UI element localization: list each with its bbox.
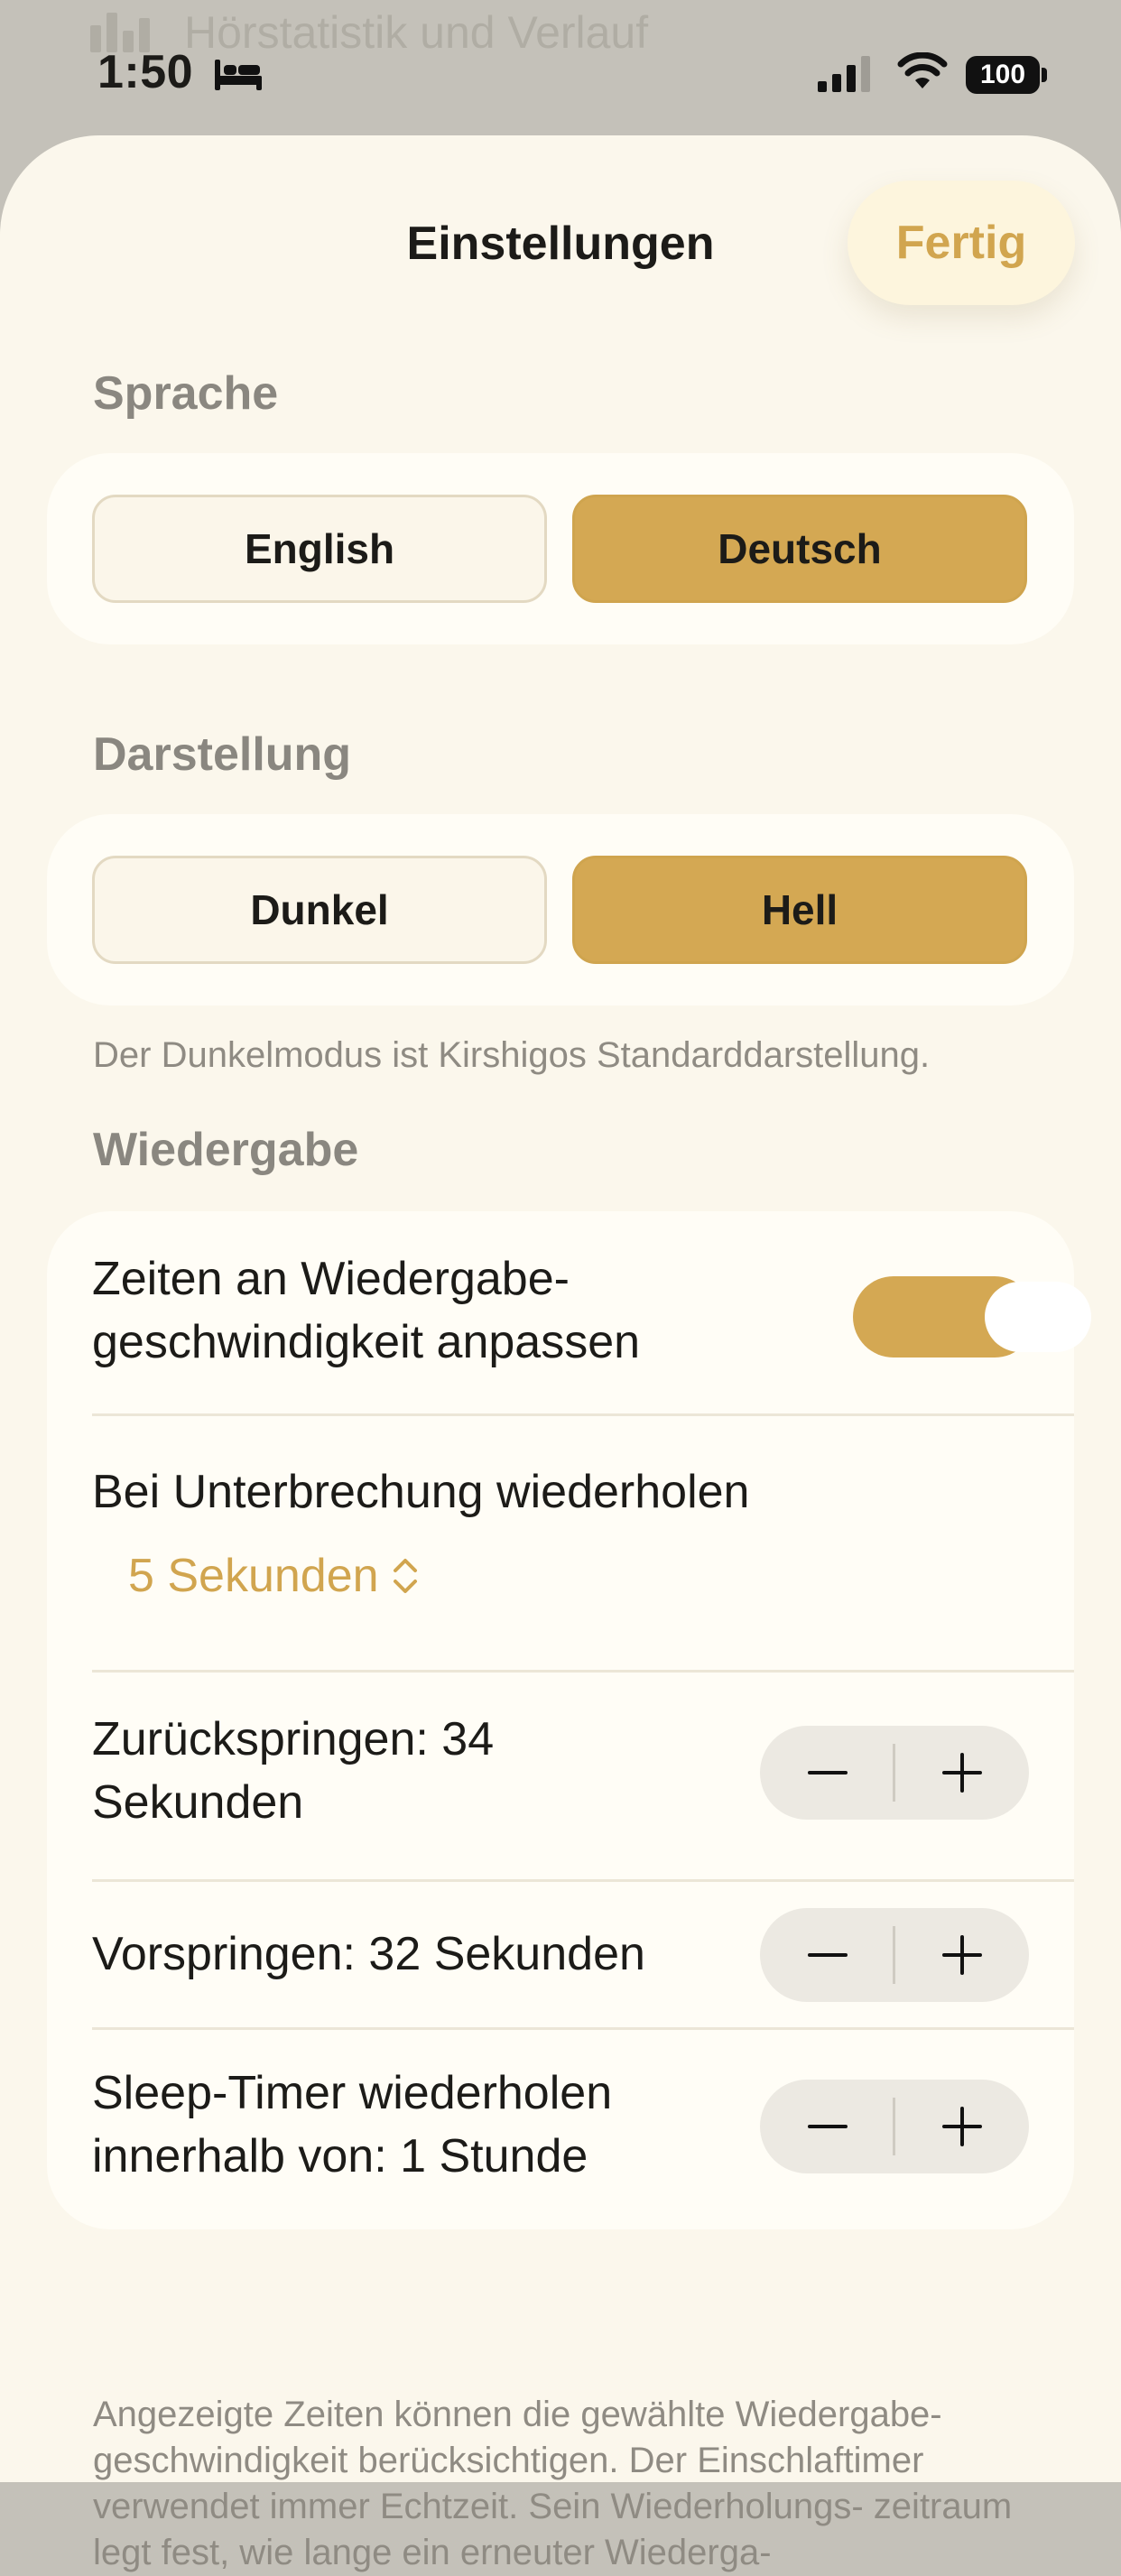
done-button[interactable]: Fertig [848, 181, 1075, 305]
adjust-times-label: Zeiten an Wiedergabe- geschwindigkeit an… [92, 1253, 641, 1368]
adjust-times-toggle[interactable] [853, 1276, 1091, 1357]
skip-back-row: Zurückspringen: 34 Sekunden [47, 1672, 1074, 1879]
sleep-timer-stepper [760, 2080, 1029, 2173]
minus-icon [807, 1771, 848, 1774]
language-option-english[interactable]: English [92, 495, 547, 603]
repeat-on-interrupt-label: Bei Unterbrechung wiederholen [92, 1466, 750, 1518]
section-label-language: Sprache [93, 367, 279, 420]
appearance-option-dark[interactable]: Dunkel [92, 856, 547, 964]
appearance-segmented-control: Dunkel Hell [47, 814, 1074, 1005]
chevron-up-down-icon [393, 1559, 417, 1593]
skip-back-decrement-button[interactable] [760, 1726, 894, 1820]
skip-forward-row: Vorspringen: 32 Sekunden [47, 1881, 1074, 2027]
status-bar: 1:50 100 [0, 0, 1121, 135]
skip-forward-stepper [760, 1908, 1029, 2002]
language-segmented-control: English Deutsch [47, 453, 1074, 644]
skip-forward-decrement-button[interactable] [760, 1908, 894, 2002]
sleep-timer-increment-button[interactable] [894, 2080, 1029, 2173]
playback-card: Zeiten an Wiedergabe- geschwindigkeit an… [47, 1211, 1091, 2229]
skip-back-label: Zurückspringen: 34 Sekunden [92, 1713, 495, 1829]
repeat-interval-picker[interactable]: 5 Sekunden [128, 1549, 419, 1603]
sleep-timer-decrement-button[interactable] [760, 2080, 894, 2173]
language-option-deutsch[interactable]: Deutsch [572, 495, 1027, 603]
cellular-signal-icon [818, 56, 870, 92]
repeat-on-interrupt-row: Bei Unterbrechung wiederholen 5 Sekunden [47, 1415, 1074, 1670]
settings-sheet: Einstellungen Fertig Sprache English Deu… [0, 135, 1121, 2572]
plus-icon [941, 1935, 982, 1975]
adjust-times-row: Zeiten an Wiedergabe- geschwindigkeit an… [47, 1211, 1091, 1415]
sleep-timer-label: Sleep-Timer wiederholen innerhalb von: 1… [92, 2067, 613, 2182]
section-label-appearance: Darstellung [93, 728, 352, 781]
minus-icon [807, 1953, 848, 1957]
skip-back-stepper [760, 1726, 1029, 1820]
repeat-interval-value: 5 Sekunden [128, 1550, 379, 1602]
status-time: 1:50 [97, 46, 194, 98]
appearance-option-light[interactable]: Hell [572, 856, 1027, 964]
sleep-timer-row: Sleep-Timer wiederholen innerhalb von: 1… [47, 2029, 1074, 2229]
skip-back-increment-button[interactable] [894, 1726, 1029, 1820]
skip-forward-increment-button[interactable] [894, 1908, 1029, 2002]
playback-footnote: Angezeigte Zeiten können die gewählte Wi… [93, 2395, 1013, 2572]
plus-icon [941, 2107, 982, 2146]
toggle-knob [954, 1282, 1091, 1352]
section-label-playback: Wiedergabe [93, 1124, 359, 1176]
skip-forward-label: Vorspringen: 32 Sekunden [92, 1928, 645, 1980]
bed-icon [215, 60, 262, 90]
minus-icon [807, 2125, 848, 2128]
appearance-note: Der Dunkelmodus ist Kirshigos Standardda… [93, 1035, 931, 1075]
wifi-icon [897, 52, 948, 88]
battery-level: 100 [966, 56, 1040, 94]
plus-icon [941, 1753, 982, 1793]
battery-icon: 100 [966, 56, 1049, 94]
